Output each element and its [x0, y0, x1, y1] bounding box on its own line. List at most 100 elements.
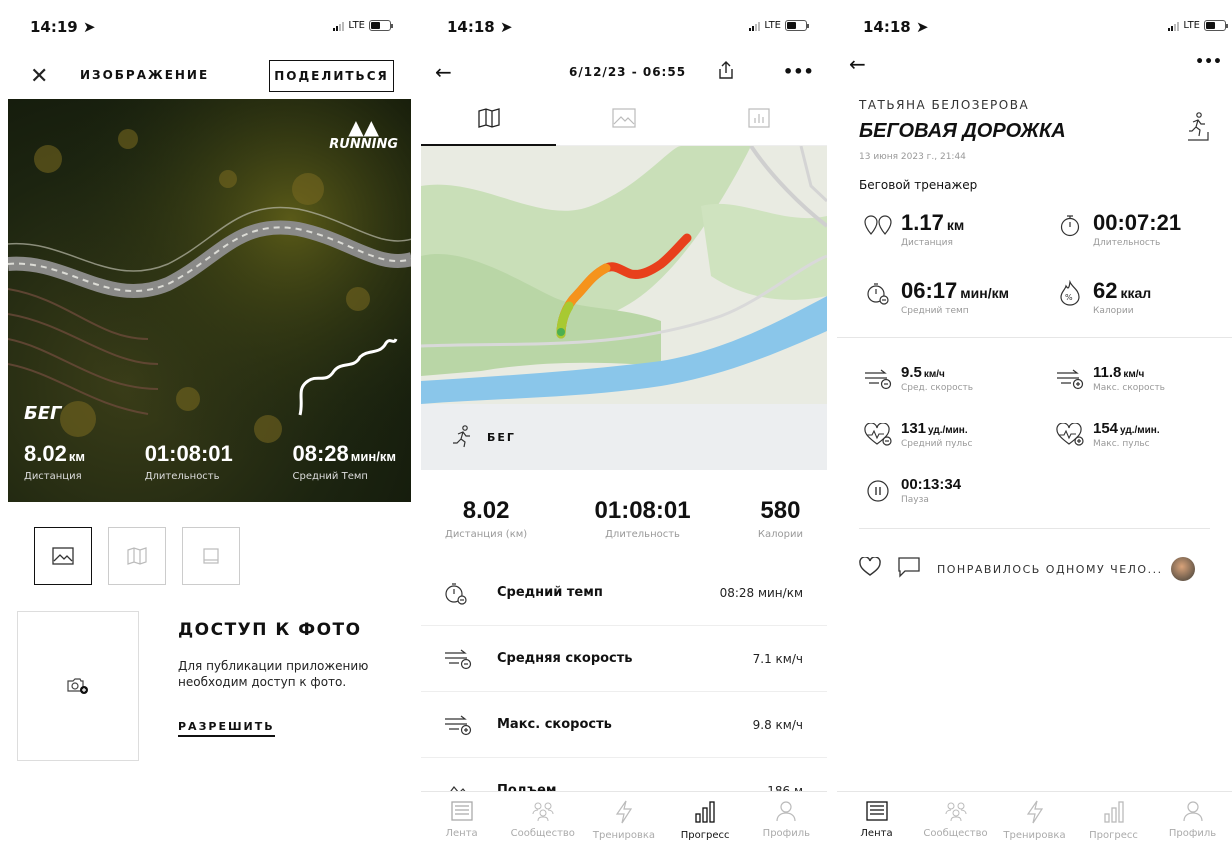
back-arrow-icon[interactable]: ←: [435, 60, 452, 84]
speed-avg-icon: [859, 364, 897, 394]
lightning-icon: [615, 800, 633, 824]
stat-max-speed: 11.8 км/ч Макс. скорость: [1051, 364, 1165, 394]
tab-photos[interactable]: [556, 104, 691, 146]
stopwatch-icon: [445, 582, 467, 605]
status-bar: 14:18 ➤ LTE: [421, 18, 827, 40]
route-map[interactable]: [421, 146, 827, 404]
feed-icon: [450, 801, 473, 821]
tab-feed[interactable]: Лента: [427, 800, 497, 863]
template-image-button[interactable]: [34, 527, 92, 585]
status-indicators: LTE: [749, 20, 809, 31]
signal-icon: [749, 21, 761, 31]
header: ← 6/12/23 - 06:55 •••: [421, 60, 827, 90]
stat-row-max-speed: Макс. скорость 9.8 км/ч: [421, 692, 827, 758]
svg-text:%: %: [1065, 293, 1073, 302]
tab-charts[interactable]: [691, 104, 826, 146]
equipment-label: Беговой тренажер: [859, 178, 978, 192]
community-icon: [532, 802, 554, 822]
back-arrow-icon[interactable]: ←: [849, 52, 866, 76]
template-plain-button[interactable]: [182, 527, 240, 585]
status-indicators: LTE: [333, 20, 393, 31]
feed-icon: [865, 801, 888, 821]
brand-badge: ▲▲ RUNNING: [329, 117, 398, 152]
tab-community[interactable]: Сообщество: [921, 800, 991, 863]
signal-icon: [1168, 21, 1180, 31]
network-label: LTE: [764, 20, 781, 31]
activity-type-label: БЕГ: [487, 430, 516, 444]
treadmill-runner-icon: [1186, 112, 1210, 146]
map-icon: [477, 108, 500, 128]
activity-date: 6/12/23 - 06:55: [569, 65, 687, 79]
stat-max-heart-rate: 154 уд./мин. Макс. пульс: [1051, 420, 1160, 450]
bottom-tab-bar: Лента Сообщество Тренировка Прогресс Про…: [421, 791, 827, 863]
comment-icon[interactable]: [897, 556, 921, 582]
status-time: 14:19 ➤: [30, 18, 96, 36]
bottom-tab-bar: Лента Сообщество Тренировка Прогресс Про…: [837, 791, 1232, 863]
progress-icon: [695, 801, 715, 823]
tab-workout[interactable]: Тренировка: [589, 800, 659, 863]
status-indicators: LTE: [1168, 20, 1228, 31]
map-canvas: [421, 146, 827, 404]
tab-map[interactable]: [421, 104, 556, 146]
adidas-logo-icon: ▲▲: [348, 115, 380, 139]
activity-date: 13 июня 2023 г., 21:44: [859, 152, 966, 162]
header: ✕ ИЗОБРАЖЕНИЕ ПОДЕЛИТЬСЯ: [0, 60, 411, 92]
stat-calories: % 62 ккал Калории: [1051, 278, 1151, 316]
tab-workout[interactable]: Тренировка: [1000, 800, 1070, 863]
allow-access-link[interactable]: РАЗРЕШИТЬ: [178, 720, 275, 737]
tab-progress[interactable]: Прогресс: [1079, 800, 1149, 863]
route-pin-icon: [859, 210, 897, 240]
template-map-button[interactable]: [108, 527, 166, 585]
profile-icon: [776, 801, 796, 822]
more-icon[interactable]: •••: [1195, 54, 1222, 70]
overlay-stat-pace: 08:28 мин/км Средний Темп: [292, 441, 396, 482]
speed-max-icon: [445, 715, 472, 735]
stopwatch-icon: [859, 278, 897, 308]
progress-icon: [1103, 801, 1124, 823]
photo-access-title: ДОСТУП К ФОТО: [178, 620, 362, 640]
page-title: ИЗОБРАЖЕНИЕ: [80, 68, 210, 82]
share-icon[interactable]: [717, 60, 735, 84]
user-name[interactable]: ТАТЬЯНА БЕЛОЗЕРОВА: [859, 98, 1029, 112]
image-icon: [52, 547, 74, 565]
tab-community[interactable]: Сообщество: [508, 800, 578, 863]
stat-duration: 00:07:21 Длительность: [1051, 210, 1181, 248]
summary-distance: 8.02 Дистанция (км): [445, 497, 528, 540]
summary-stats: 8.02 Дистанция (км) 01:08:01 Длительност…: [421, 497, 827, 540]
battery-icon: [1204, 20, 1228, 31]
stat-avg-pace: 06:17 мин/км Средний темп: [859, 278, 1009, 316]
map-icon: [127, 547, 147, 565]
summary-duration: 01:08:01 Длительность: [594, 497, 691, 540]
profile-icon: [1182, 801, 1203, 822]
runner-icon: [453, 425, 470, 448]
square-icon: [203, 548, 219, 564]
battery-icon: [785, 20, 809, 31]
stat-pause: 00:13:34 Пауза: [859, 476, 961, 506]
pause-icon: [859, 476, 897, 506]
activity-type-bar: БЕГ: [421, 404, 827, 470]
detail-tabs: [421, 104, 827, 146]
tab-progress[interactable]: Прогресс: [670, 800, 740, 863]
network-label: LTE: [348, 20, 365, 31]
add-photo-button[interactable]: [17, 611, 139, 761]
heart-rate-avg-icon: [859, 420, 897, 450]
battery-icon: [369, 20, 393, 31]
share-photo-preview: ▲▲ RUNNING БЕГ 8.02 км Дистанция 01:08:01…: [8, 99, 411, 502]
network-label: LTE: [1183, 20, 1200, 31]
tab-profile[interactable]: Профиль: [1158, 800, 1228, 863]
close-icon[interactable]: ✕: [30, 64, 48, 89]
likes-text[interactable]: ПОНРАВИЛОСЬ ОДНОМУ ЧЕЛО...: [937, 563, 1163, 576]
share-button[interactable]: ПОДЕЛИТЬСЯ: [269, 60, 394, 92]
overlay-stat-distance: 8.02 км Дистанция: [24, 441, 85, 482]
treadmill-activity-screen: 14:18 ➤ LTE ← ••• ТАТЬЯНА БЕЛОЗЕРОВА БЕГ…: [837, 0, 1232, 863]
stat-avg-speed: 9.5 км/ч Сред. скорость: [859, 364, 973, 394]
overlay-stat-duration: 01:08:01 Длительность: [144, 441, 233, 482]
more-icon[interactable]: •••: [783, 62, 814, 81]
stat-row-avg-speed: Средняя скорость 7.1 км/ч: [421, 626, 827, 692]
avatar[interactable]: [1170, 557, 1195, 581]
heart-rate-max-icon: [1051, 420, 1089, 450]
tab-profile[interactable]: Профиль: [751, 800, 821, 863]
tab-feed[interactable]: Лента: [842, 800, 912, 863]
social-row: ПОНРАВИЛОСЬ ОДНОМУ ЧЕЛО...: [859, 556, 1222, 582]
heart-icon[interactable]: [859, 556, 881, 581]
